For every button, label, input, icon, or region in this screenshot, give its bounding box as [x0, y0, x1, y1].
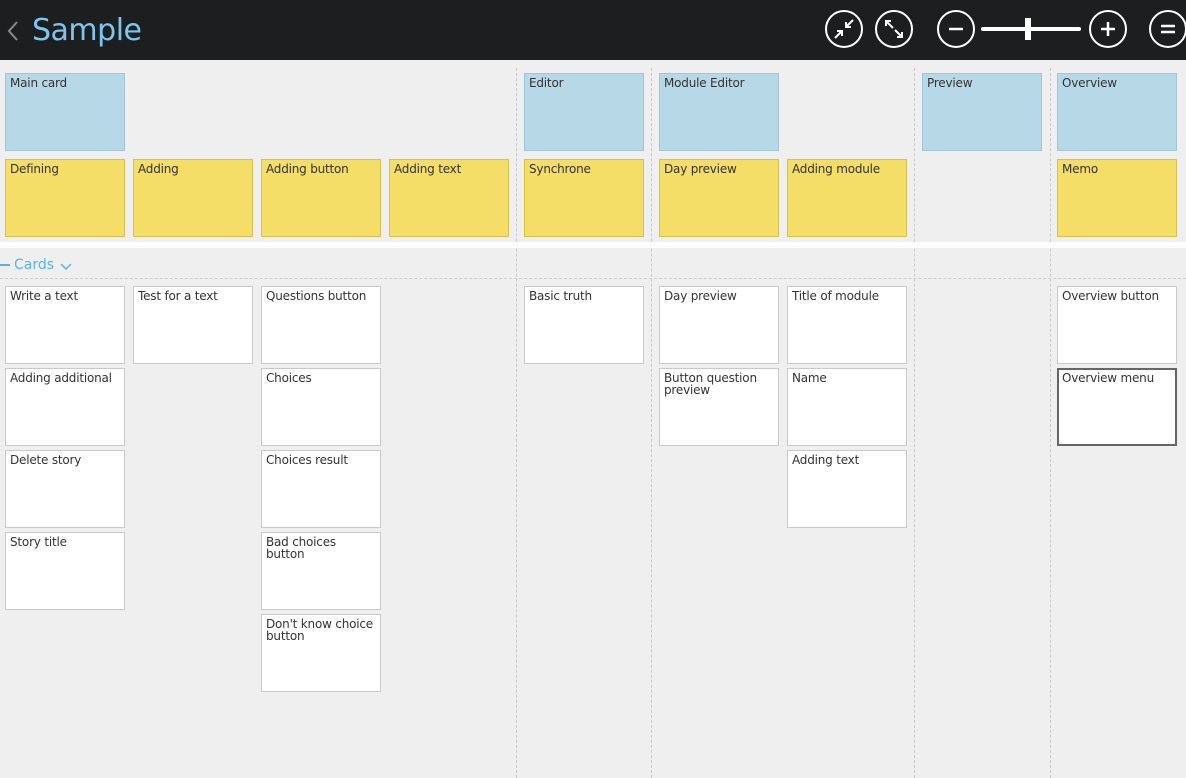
story-card[interactable]: Don't know choice button: [261, 614, 381, 692]
expand-button[interactable]: [875, 10, 913, 48]
zoom-in-button[interactable]: [1089, 10, 1127, 48]
zoom-out-button[interactable]: [937, 10, 975, 48]
expand-arrows-icon: [885, 20, 903, 38]
story-card[interactable]: Adding additional: [5, 368, 125, 446]
story-card[interactable]: Overview button: [1057, 286, 1177, 364]
chevron-down-icon[interactable]: [60, 256, 72, 275]
activity-card[interactable]: Editor: [524, 73, 644, 151]
menu-icon: [1161, 24, 1175, 34]
story-card[interactable]: Basic truth: [524, 286, 644, 364]
board-title[interactable]: Sample: [32, 11, 142, 51]
zoom-slider[interactable]: [981, 18, 1081, 40]
menu-button[interactable]: [1149, 10, 1186, 48]
task-card[interactable]: Synchrone: [524, 159, 644, 237]
minus-icon: [949, 27, 963, 31]
story-card[interactable]: Choices: [261, 368, 381, 446]
activity-card[interactable]: Preview: [922, 73, 1042, 151]
story-card[interactable]: Day preview: [659, 286, 779, 364]
story-card[interactable]: Title of module: [787, 286, 907, 364]
column-divider: [651, 68, 652, 778]
story-card[interactable]: Name: [787, 368, 907, 446]
story-card[interactable]: Delete story: [5, 450, 125, 528]
swimlane-divider: [0, 278, 1186, 279]
story-map-board[interactable]: Main card Editor Module Editor Preview O…: [0, 60, 1186, 778]
story-card-selected[interactable]: Overview menu: [1057, 368, 1177, 446]
column-divider: [516, 68, 517, 778]
story-card[interactable]: Adding text: [787, 450, 907, 528]
task-card[interactable]: Adding button: [261, 159, 381, 237]
activity-card[interactable]: Main card: [5, 73, 125, 151]
top-bar: Sample: [0, 0, 1186, 60]
task-card[interactable]: Memo: [1057, 159, 1177, 237]
plus-icon: [1101, 22, 1115, 36]
task-card[interactable]: Day preview: [659, 159, 779, 237]
backbone-separator: [0, 242, 1186, 248]
task-card[interactable]: Adding text: [389, 159, 509, 237]
task-card[interactable]: Defining: [5, 159, 125, 237]
swimlane-marker: [0, 264, 10, 266]
story-card[interactable]: Button question preview: [659, 368, 779, 446]
collapse-button[interactable]: [825, 10, 863, 48]
story-card[interactable]: Bad choices button: [261, 532, 381, 610]
story-card[interactable]: Story title: [5, 532, 125, 610]
story-card[interactable]: Questions button: [261, 286, 381, 364]
task-card[interactable]: Adding: [133, 159, 253, 237]
story-card[interactable]: Test for a text: [133, 286, 253, 364]
release-swimlane-header[interactable]: Cards: [0, 256, 72, 274]
column-divider: [914, 68, 915, 778]
zoom-slider-track: [981, 27, 1081, 31]
back-chevron-icon[interactable]: [6, 19, 20, 43]
column-divider: [1050, 68, 1051, 778]
zoom-slider-thumb[interactable]: [1025, 18, 1031, 40]
story-card[interactable]: Choices result: [261, 450, 381, 528]
swimlane-label: Cards: [14, 257, 55, 273]
task-card[interactable]: Adding module: [787, 159, 907, 237]
story-card[interactable]: Write a text: [5, 286, 125, 364]
activity-card[interactable]: Module Editor: [659, 73, 779, 151]
activity-card[interactable]: Overview: [1057, 73, 1177, 151]
collapse-arrows-icon: [834, 19, 854, 39]
